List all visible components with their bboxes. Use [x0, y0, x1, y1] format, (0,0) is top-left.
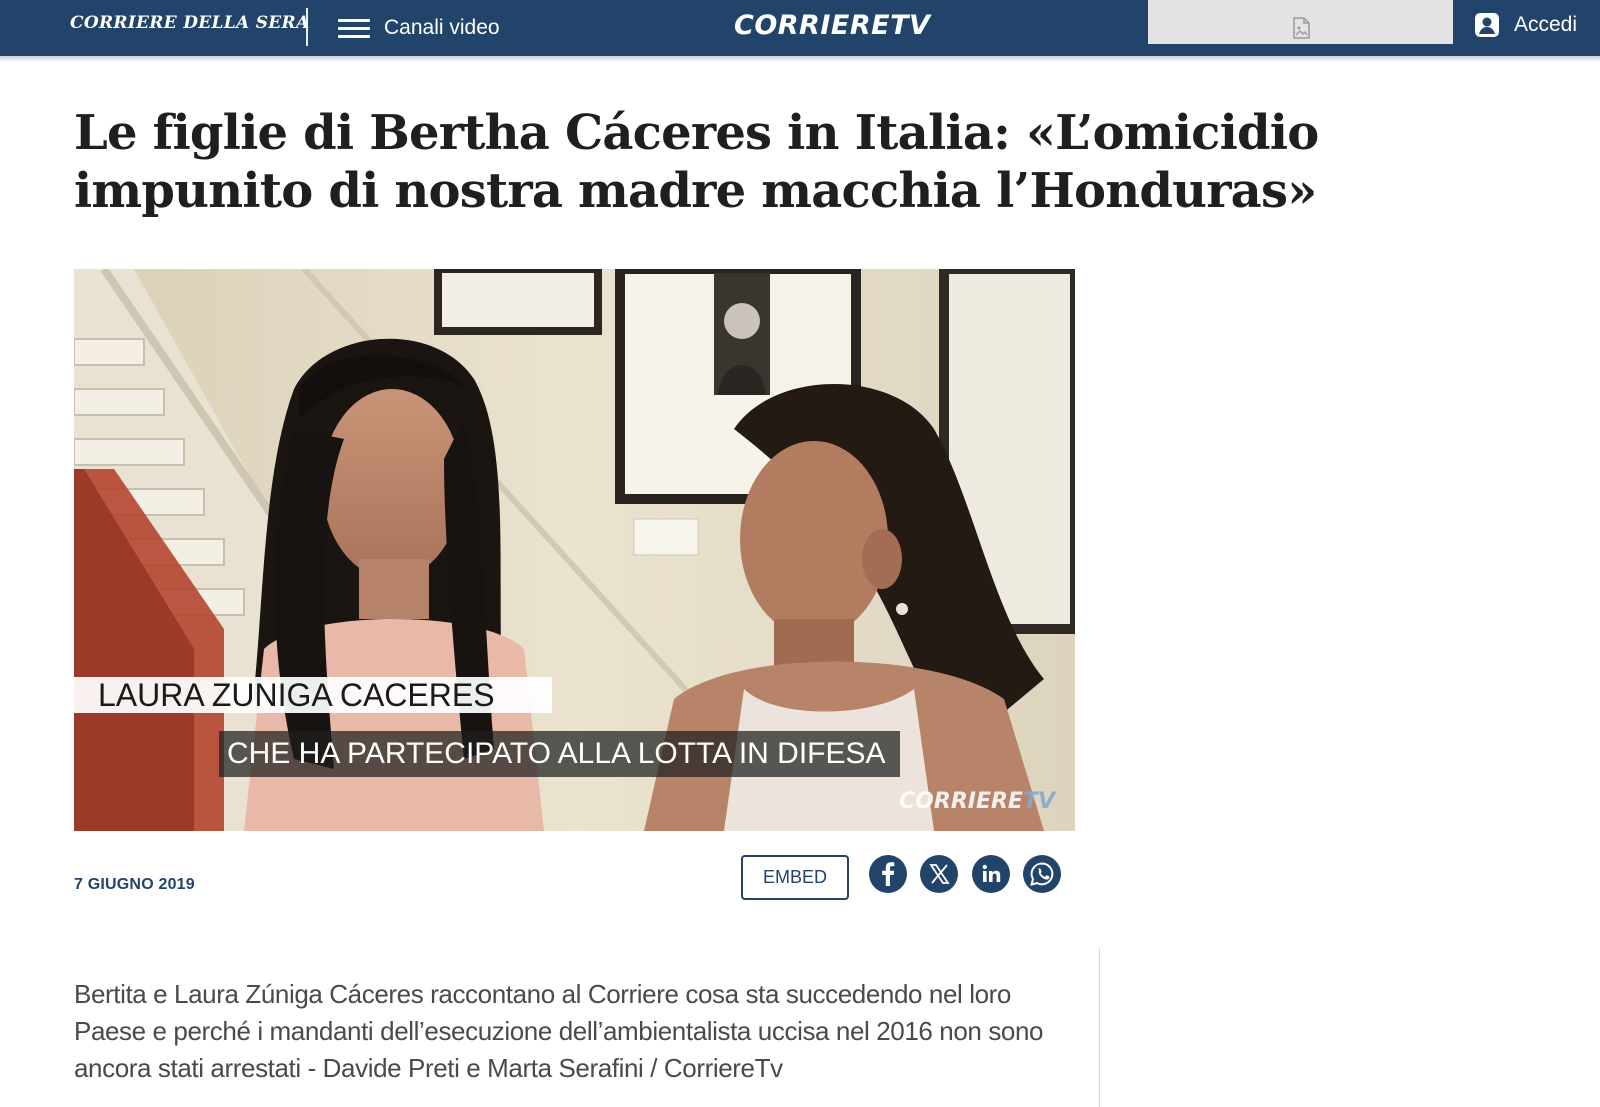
login-label: Accedi — [1514, 13, 1578, 36]
x-icon — [929, 864, 950, 884]
header-divider — [306, 8, 308, 46]
video-subtitle: CHE HA PARTECIPATO ALLA LOTTA IN DIFESA — [219, 731, 900, 777]
watermark-tv: TV — [1022, 789, 1055, 814]
article-title: Le figlie di Bertha Cáceres in Italia: «… — [74, 105, 1319, 219]
facebook-share-button[interactable] — [869, 855, 907, 893]
linkedin-icon — [982, 864, 1001, 882]
canali-video-menu-button[interactable]: Canali video — [338, 10, 500, 46]
video-watermark: CORRIERETV — [899, 789, 1055, 814]
menu-label: Canali video — [384, 16, 500, 39]
user-account-icon — [1475, 13, 1499, 37]
article-summary: Bertita e Laura Zúniga Cáceres raccontan… — [74, 979, 1044, 1083]
header-shadow — [0, 56, 1600, 62]
whatsapp-share-button[interactable] — [1023, 855, 1061, 893]
linkedin-share-button[interactable] — [972, 855, 1010, 893]
x-share-button[interactable] — [920, 855, 958, 893]
corriere-della-sera-logo[interactable]: CORRIERE DELLA SERA — [70, 13, 309, 33]
whatsapp-icon — [1030, 862, 1054, 886]
embed-button[interactable]: EMBED — [741, 855, 849, 900]
video-caption-name: LAURA ZUNIGA CACERES — [74, 677, 552, 713]
header-ad-slot[interactable] — [1148, 0, 1453, 44]
watermark-corriere: CORRIERE — [899, 789, 1023, 814]
broken-image-icon — [1292, 17, 1310, 39]
sidebar-divider — [1099, 948, 1100, 1107]
top-navigation-bar: CORRIERE DELLA SERA Canali video CORRIER… — [0, 0, 1600, 56]
facebook-icon — [882, 862, 895, 886]
publication-date: 7 GIUGNO 2019 — [74, 876, 195, 893]
video-player[interactable]: LAURA ZUNIGA CACERES CHE HA PARTECIPATO … — [74, 269, 1075, 831]
login-button[interactable]: Accedi — [1474, 12, 1577, 38]
corriere-tv-logo[interactable]: CORRIERETV — [734, 10, 930, 41]
hamburger-menu-icon — [338, 16, 372, 40]
